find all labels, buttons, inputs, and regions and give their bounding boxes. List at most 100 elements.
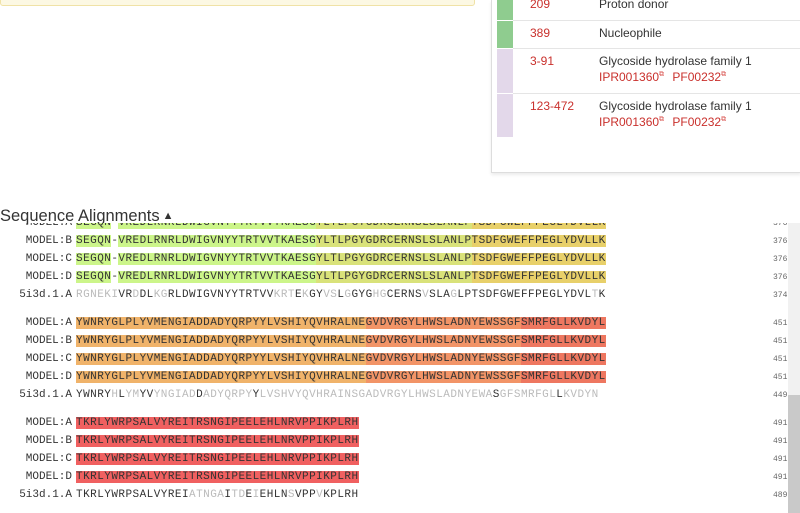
- feature-position-link[interactable]: 389: [530, 26, 550, 40]
- residue: T: [238, 271, 246, 283]
- residue: E: [478, 371, 486, 383]
- residue: L: [273, 471, 281, 483]
- alignment-sequence: SEGQN-VREDLRNRLDWIGVNYYTRTVVTKAESGYLTLPG…: [76, 234, 606, 249]
- residue: N: [160, 271, 168, 283]
- residue: P: [238, 389, 246, 401]
- residue: R: [125, 253, 133, 265]
- residue: K: [598, 223, 606, 229]
- residue: S: [415, 253, 423, 265]
- alignment-sequence: YWNRYGLPLYVMENGIADDADYQRPYYLVSHIYQVHRALN…: [76, 334, 606, 349]
- residue: S: [132, 489, 140, 501]
- residue: S: [520, 353, 528, 365]
- residue: F: [492, 271, 500, 283]
- alignment-end-position: 491: [773, 455, 788, 464]
- residue: Y: [252, 335, 260, 347]
- feature-color-bar: [497, 49, 513, 93]
- residue: P: [125, 489, 133, 501]
- residue: H: [415, 389, 423, 401]
- residue: G: [365, 235, 373, 247]
- residue: T: [252, 289, 260, 301]
- residue: T: [273, 223, 281, 229]
- residue: E: [393, 223, 401, 229]
- interpro-link[interactable]: IPR001360: [599, 70, 659, 84]
- residue: T: [273, 271, 281, 283]
- residue: P: [125, 471, 133, 483]
- residue: L: [252, 453, 260, 465]
- residue: S: [302, 223, 310, 229]
- pfam-link[interactable]: PF00232: [672, 115, 721, 129]
- residue: Y: [160, 489, 168, 501]
- residue: W: [506, 235, 514, 247]
- residue: Y: [358, 253, 366, 265]
- residue: C: [386, 223, 394, 229]
- residue: S: [302, 235, 310, 247]
- residue: T: [273, 235, 281, 247]
- residue: T: [189, 453, 197, 465]
- alignment-row-label: 5i3d.1.A: [19, 289, 72, 301]
- feature-position-link[interactable]: 123-472: [530, 99, 574, 113]
- residue: T: [471, 223, 479, 229]
- residue: R: [393, 371, 401, 383]
- residue: Y: [160, 435, 168, 447]
- residue: N: [351, 353, 359, 365]
- residue: V: [294, 453, 302, 465]
- residue: V: [372, 353, 380, 365]
- residue: H: [266, 435, 274, 447]
- residue: M: [153, 335, 161, 347]
- residue: A: [287, 235, 295, 247]
- residue: R: [153, 271, 161, 283]
- residue: V: [153, 435, 161, 447]
- residue: E: [358, 353, 366, 365]
- residue: V: [386, 371, 394, 383]
- residue: M: [520, 389, 528, 401]
- residue: W: [485, 371, 493, 383]
- residue: E: [259, 489, 267, 501]
- residue: P: [302, 453, 310, 465]
- residue: W: [485, 335, 493, 347]
- chevron-up-icon[interactable]: ▲: [163, 210, 174, 222]
- residue: K: [153, 289, 161, 301]
- residue: E: [174, 417, 182, 429]
- residue: N: [280, 471, 288, 483]
- residue: R: [386, 389, 394, 401]
- residue: E: [513, 223, 521, 229]
- residue: A: [189, 371, 197, 383]
- feature-position-link[interactable]: 3-91: [530, 54, 554, 68]
- residue: S: [478, 253, 486, 265]
- residue: E: [132, 271, 140, 283]
- residue: C: [386, 253, 394, 265]
- residue: R: [167, 253, 175, 265]
- residue: Y: [302, 317, 310, 329]
- residue: N: [464, 353, 472, 365]
- residue: F: [513, 317, 521, 329]
- feature-row: 3-91 Glycoside hydrolase family 1 IPR001…: [492, 49, 800, 93]
- external-link-icon: ⧉: [721, 71, 727, 78]
- residue: L: [146, 289, 154, 301]
- residue: S: [351, 389, 359, 401]
- external-link-icon: ⧉: [659, 71, 665, 78]
- pfam-link[interactable]: PF00232: [672, 70, 721, 84]
- residue: H: [266, 471, 274, 483]
- residue: E: [294, 253, 302, 265]
- residue: S: [499, 371, 507, 383]
- residue: Y: [139, 317, 147, 329]
- residue: S: [492, 371, 500, 383]
- feature-position-link[interactable]: 209: [530, 0, 550, 11]
- residue: G: [499, 253, 507, 265]
- residue: P: [125, 353, 133, 365]
- residue: E: [174, 453, 182, 465]
- residue: F: [528, 289, 536, 301]
- residue: S: [492, 353, 500, 365]
- residue: R: [245, 223, 253, 229]
- residue: P: [302, 417, 310, 429]
- residue: Y: [302, 335, 310, 347]
- feature-name: Glycoside hydrolase family 1: [599, 54, 752, 68]
- residue: E: [245, 471, 253, 483]
- residue: L: [174, 271, 182, 283]
- interpro-link[interactable]: IPR001360: [599, 115, 659, 129]
- residue: L: [266, 371, 274, 383]
- residue: Y: [584, 389, 592, 401]
- residue: G: [400, 335, 408, 347]
- alignment-row-label: MODEL:C: [25, 453, 72, 465]
- residue: Y: [358, 289, 366, 301]
